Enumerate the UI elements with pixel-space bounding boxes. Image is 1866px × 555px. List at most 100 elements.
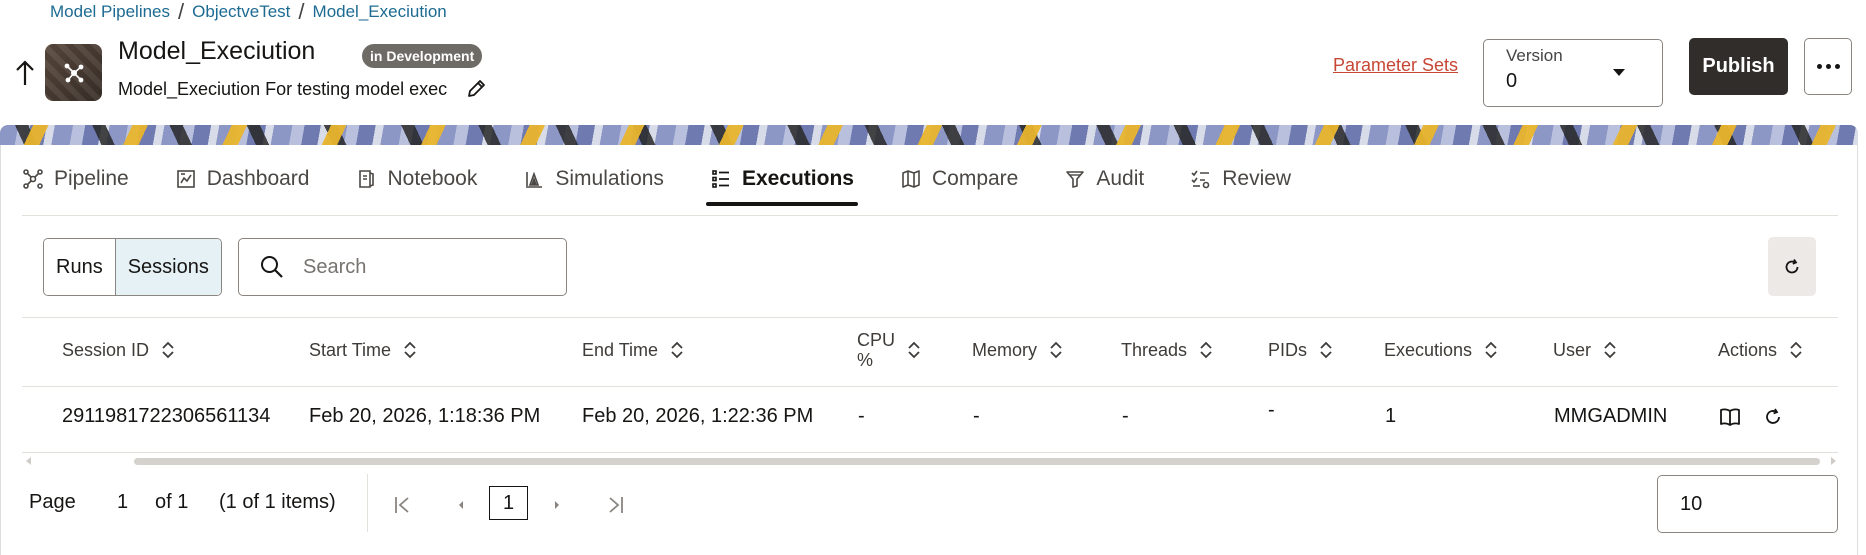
breadcrumb-model-pipelines[interactable]: Model Pipelines (50, 2, 170, 22)
tab-label: Dashboard (206, 167, 310, 190)
sort-icon (1485, 341, 1497, 359)
sessions-toggle-button[interactable]: Sessions (114, 239, 221, 295)
refresh-button[interactable] (1768, 237, 1816, 296)
column-label: CPU % (857, 330, 896, 370)
search-input[interactable]: Search (238, 238, 567, 296)
version-label: Version (1506, 46, 1563, 65)
back-arrow-icon[interactable] (14, 57, 36, 89)
sort-icon (404, 341, 416, 359)
cell-cpu: - (858, 405, 865, 427)
page-size-input[interactable]: 10 (1657, 475, 1838, 533)
divider (22, 386, 1838, 387)
review-icon (1191, 170, 1210, 189)
page-title: Model_Execiution (118, 37, 316, 65)
column-header-cpu[interactable]: CPU % (857, 330, 921, 370)
status-badge: in Development (362, 44, 483, 68)
compare-icon (902, 170, 920, 188)
page-total: of 1 (155, 491, 189, 513)
pipeline-app-icon (45, 44, 102, 101)
view-toggle: Runs Sessions (43, 238, 222, 296)
divider (22, 215, 1838, 216)
column-header-start-time[interactable]: Start Time (309, 330, 417, 370)
column-header-end-time[interactable]: End Time (582, 330, 684, 370)
column-header-session-id[interactable]: Session ID (62, 330, 175, 370)
column-header-pids[interactable]: PIDs (1268, 330, 1333, 370)
executions-icon (712, 170, 729, 188)
current-page-button[interactable]: 1 (489, 486, 528, 520)
tab-label: Audit (1096, 167, 1145, 190)
runs-toggle-button[interactable]: Runs (44, 239, 115, 295)
column-label: Executions (1384, 339, 1473, 360)
breadcrumb-model-execiution[interactable]: Model_Execiution (313, 2, 447, 22)
last-page-icon[interactable] (604, 494, 626, 516)
tab-compare[interactable]: Compare (900, 152, 1018, 206)
dashboard-icon (176, 170, 195, 188)
pipeline-icon (23, 169, 43, 189)
sort-icon (1604, 341, 1616, 359)
tab-label: Notebook (387, 167, 478, 190)
scroll-left-icon[interactable] (26, 457, 31, 465)
refresh-icon (1785, 258, 1799, 273)
cell-memory: - (973, 405, 980, 427)
next-page-icon[interactable] (546, 494, 568, 516)
simulations-icon (526, 171, 543, 188)
tab-label: Pipeline (54, 167, 129, 190)
column-header-threads[interactable]: Threads (1121, 330, 1213, 370)
tab-notebook[interactable]: Notebook (355, 152, 477, 206)
breadcrumb-objectvetest[interactable]: ObjectveTest (192, 2, 290, 22)
caret-down-icon (1613, 69, 1625, 76)
column-label: Memory (972, 339, 1038, 360)
tab-executions[interactable]: Executions (705, 152, 859, 206)
tab-audit[interactable]: Audit (1064, 152, 1144, 206)
parameter-sets-link[interactable]: Parameter Sets (1333, 55, 1458, 76)
cell-end-time: Feb 20, 2026, 1:22:36 PM (582, 405, 814, 427)
column-label: Actions (1718, 339, 1778, 360)
dot-icon (1825, 64, 1831, 69)
column-header-user[interactable]: User (1553, 330, 1617, 370)
sort-icon (162, 341, 174, 359)
pencil-icon[interactable] (465, 78, 487, 100)
divider (22, 452, 1838, 453)
items-summary: (1 of 1 items) (219, 491, 336, 513)
cell-user: MMGADMIN (1554, 405, 1668, 427)
column-label: PIDs (1268, 339, 1308, 360)
column-label: Threads (1121, 339, 1188, 360)
scrollbar-thumb[interactable] (134, 458, 1820, 465)
cell-session-id: 2911981722306561134 (62, 405, 271, 427)
breadcrumb: Model Pipelines / ObjectveTest / Model_E… (50, 1, 447, 23)
first-page-icon[interactable] (392, 494, 414, 516)
column-label: Start Time (309, 339, 392, 360)
tab-label: Executions (741, 167, 854, 190)
version-select[interactable]: Version 0 (1483, 39, 1663, 107)
rerun-icon[interactable] (1762, 406, 1784, 428)
dot-icon (1816, 64, 1822, 69)
tab-bar: Pipeline Dashboard Notebook Simulations … (22, 152, 1337, 206)
tab-label: Simulations (555, 167, 664, 190)
sort-icon (1320, 341, 1332, 359)
divider (22, 317, 1838, 318)
column-label: End Time (582, 339, 659, 360)
horizontal-scrollbar[interactable] (22, 456, 1838, 466)
tab-dashboard[interactable]: Dashboard (175, 152, 310, 206)
column-header-memory[interactable]: Memory (972, 330, 1063, 370)
tab-simulations[interactable]: Simulations (523, 152, 664, 206)
previous-page-icon[interactable] (450, 494, 472, 516)
book-icon[interactable] (1718, 405, 1742, 429)
cell-threads: - (1122, 405, 1129, 427)
scroll-right-icon[interactable] (1831, 457, 1836, 465)
cell-executions: 1 (1385, 405, 1397, 427)
more-actions-button[interactable] (1804, 38, 1852, 95)
page-number-input[interactable]: 1 (117, 491, 128, 514)
cell-start-time: Feb 20, 2026, 1:18:36 PM (309, 405, 541, 427)
sort-icon (671, 341, 683, 359)
publish-button[interactable]: Publish (1689, 38, 1788, 95)
page-description: Model_Execiution For testing model exec (118, 79, 448, 99)
column-header-executions[interactable]: Executions (1384, 330, 1498, 370)
column-header-actions[interactable]: Actions (1718, 330, 1803, 370)
tab-pipeline[interactable]: Pipeline (22, 152, 129, 206)
sort-icon (1790, 341, 1802, 359)
sort-icon (908, 341, 920, 359)
tab-review[interactable]: Review (1190, 152, 1291, 206)
divider (367, 474, 368, 532)
cell-pids: - (1268, 399, 1275, 421)
